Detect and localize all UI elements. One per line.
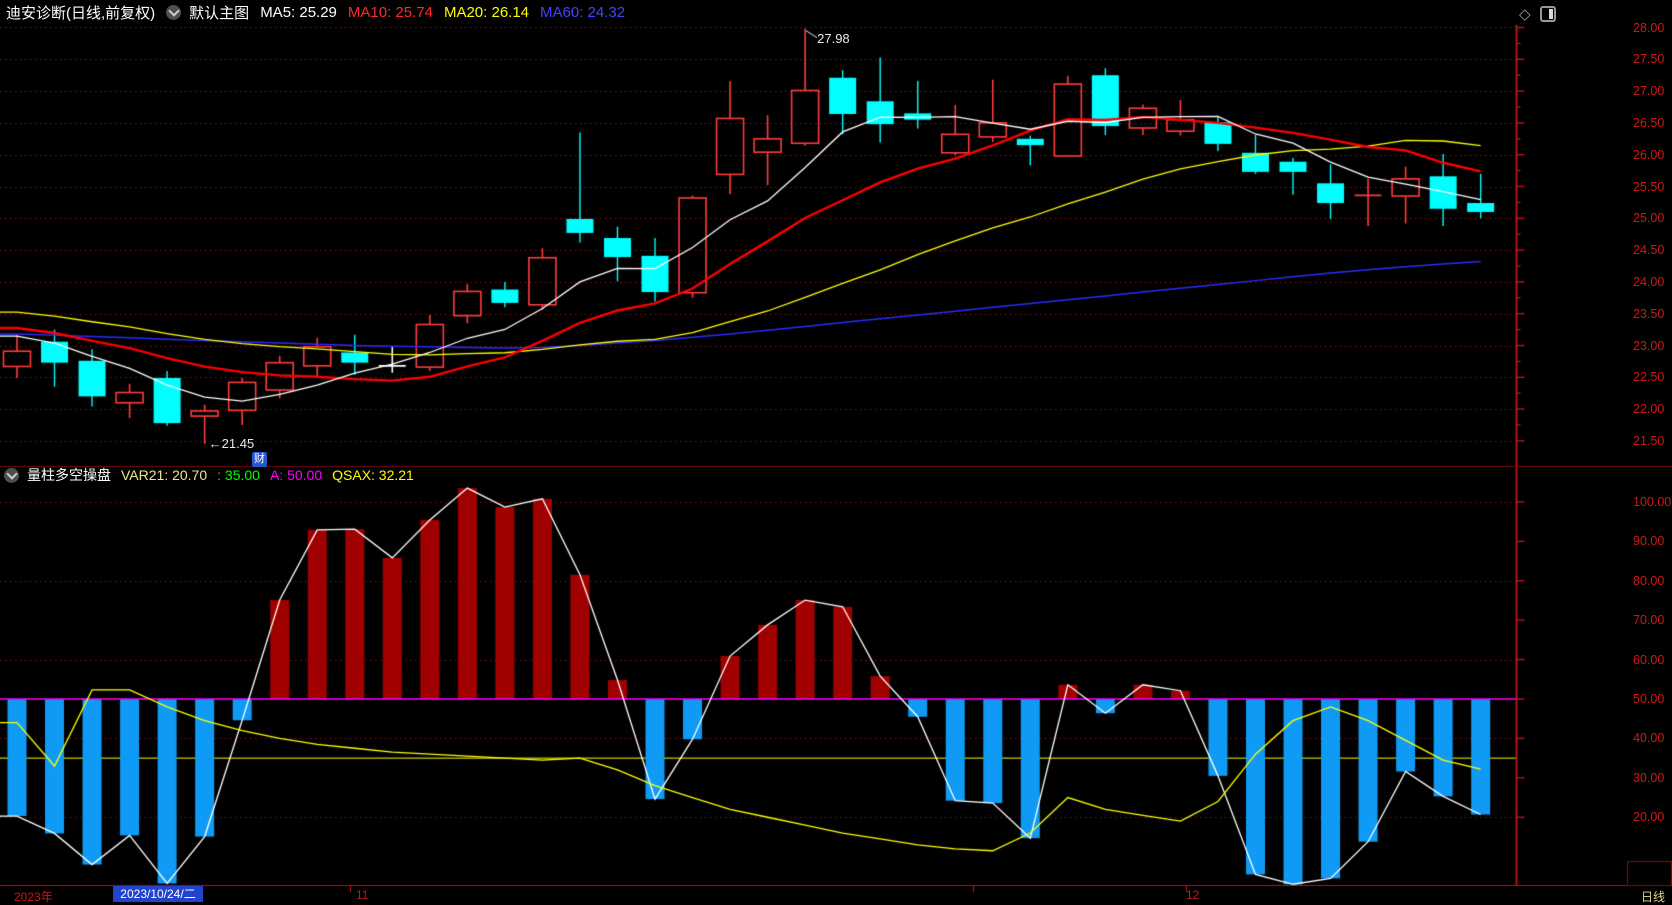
- overlay-label[interactable]: 默认主图: [189, 2, 249, 23]
- indicator-axis-label: 50.00: [1633, 692, 1665, 706]
- price-axis-label: 23.00: [1633, 338, 1665, 353]
- price-axis-label: 24.50: [1633, 243, 1665, 258]
- price-axis-label: 21.50: [1633, 433, 1665, 448]
- indicator-title[interactable]: 量柱多空操盘: [27, 465, 111, 485]
- indicator-axis-label: 40.00: [1633, 731, 1665, 746]
- price-axis-label: 22.00: [1633, 402, 1665, 417]
- indicator-axis-label: 60.00: [1633, 652, 1665, 667]
- page-title: 迪安诊断(日线,前复权): [6, 4, 156, 22]
- indicator-axis-label: 30.00: [1633, 770, 1665, 785]
- main-chart-header: 迪安诊断(日线,前复权) 默认主图 MA5: 25.29 MA10: 25.74…: [0, 0, 636, 24]
- year-label: 2023年: [14, 890, 53, 904]
- date-axis[interactable]: 2023年 2023/10/24/二 11 12 日线: [0, 886, 1672, 904]
- trading-app: { "header": { "title": "迪安诊断(日线,前复权)", "…: [0, 0, 1672, 904]
- price-axis-label: 26.50: [1633, 115, 1665, 130]
- chevron-down-icon[interactable]: [166, 4, 182, 20]
- high-price-annotation: 27.98: [817, 30, 850, 46]
- ma20-value: MA20: 26.14: [443, 3, 530, 21]
- split-window-icon[interactable]: [1539, 6, 1556, 22]
- price-axis-label: 23.50: [1633, 306, 1665, 321]
- ma60-value: MA60: 24.32: [540, 3, 626, 21]
- month-label: 12: [1186, 888, 1200, 902]
- indicator-header: 量柱多空操盘 VAR21: 20.70 : 35.00 A: 50.00 QSA…: [0, 466, 424, 484]
- price-axis-label: 24.00: [1633, 274, 1665, 289]
- chevron-down-icon[interactable]: [4, 467, 19, 483]
- price-axis-label: 28.00: [1633, 20, 1665, 35]
- selected-date-label: 2023/10/24/二: [113, 886, 203, 902]
- price-axis-label: 25.50: [1633, 179, 1665, 194]
- diamond-icon[interactable]: ◇: [1519, 7, 1531, 22]
- window-controls: ◇: [1519, 6, 1556, 22]
- indicator-axis-label: 100.00: [1633, 494, 1672, 509]
- indicator-axis-label: 90.00: [1633, 534, 1665, 549]
- price-axis-label: 25.00: [1633, 211, 1665, 226]
- ma10-value: MA10: 25.74: [347, 3, 433, 21]
- price-axis-label: 27.00: [1633, 84, 1665, 99]
- b-value: : 35.00: [217, 467, 260, 483]
- finance-flag-icon[interactable]: 财: [252, 452, 267, 467]
- period-label: 日线: [1641, 890, 1666, 904]
- a-value: A: 50.00: [269, 467, 323, 483]
- indicator-axis-label: 20.00: [1633, 810, 1665, 825]
- indicator-axis-label: 80.00: [1633, 573, 1665, 588]
- price-axis-label: 26.00: [1633, 147, 1665, 162]
- ma5-value: MA5: 25.29: [260, 3, 337, 21]
- indicator-axis-label: 70.00: [1633, 613, 1665, 628]
- price-axis-label: 22.50: [1633, 370, 1665, 385]
- price-axis-label: 27.50: [1633, 52, 1665, 67]
- low-price-annotation: ←21.45: [208, 436, 255, 452]
- var21-value: VAR21: 20.70: [121, 467, 208, 483]
- month-label: 11: [356, 888, 369, 902]
- qsax-value: QSAX: 32.21: [332, 467, 414, 483]
